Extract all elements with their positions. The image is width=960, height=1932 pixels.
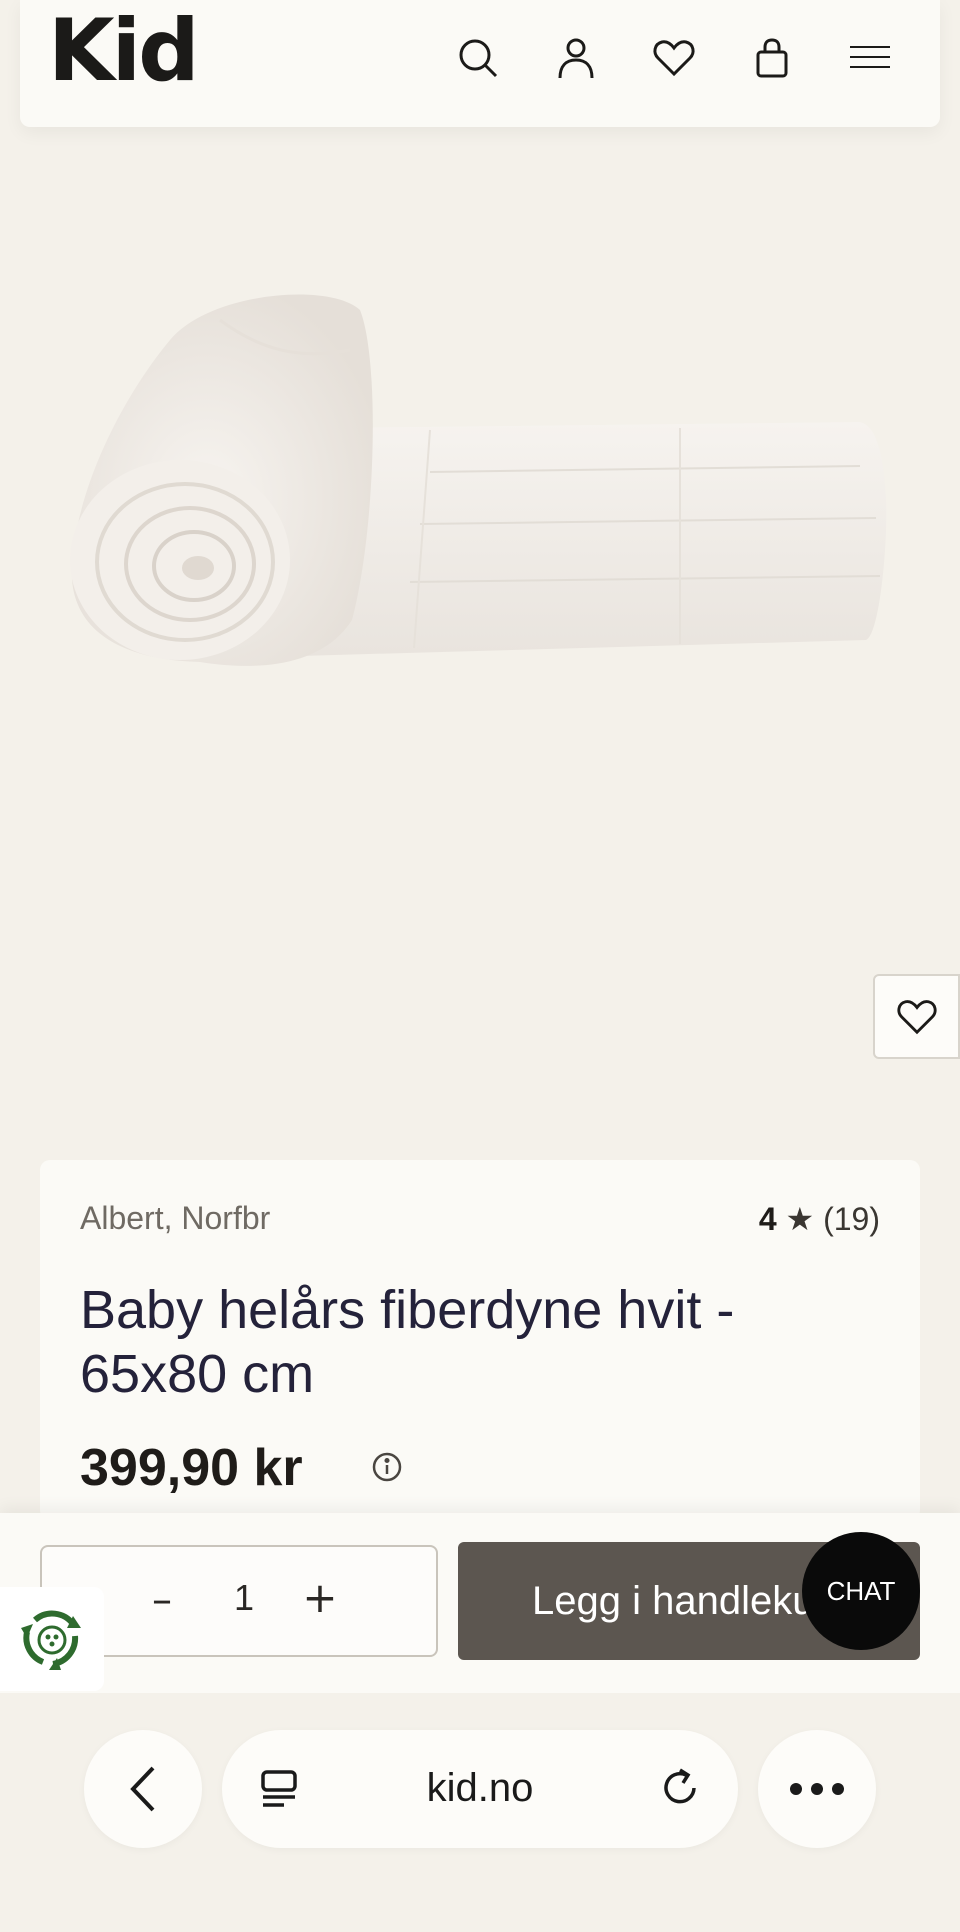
product-brand[interactable]: Albert, Norfbr — [80, 1200, 270, 1237]
cart-button[interactable] — [744, 30, 800, 86]
browser-back-button[interactable] — [84, 1730, 202, 1848]
decrease-quantity-button[interactable]: – — [142, 1577, 182, 1623]
increase-quantity-button[interactable]: + — [300, 1573, 340, 1622]
account-icon — [558, 38, 594, 79]
menu-button[interactable] — [842, 30, 898, 86]
address-bar[interactable]: kid.no — [222, 1730, 738, 1848]
rating-value: 4 — [758, 1201, 777, 1237]
product-info-card: Albert, Norfbr 4 ★ (19) Baby helårs fibe… — [40, 1160, 920, 1520]
rating-count: (19) — [823, 1201, 880, 1237]
reload-icon[interactable] — [658, 1766, 702, 1810]
chevron-left-icon — [130, 1766, 155, 1812]
quantity-value[interactable]: 1 — [224, 1577, 264, 1619]
rolled-quilt-illustration — [70, 294, 887, 666]
heart-icon — [653, 40, 695, 77]
chat-button[interactable]: CHAT — [802, 1532, 920, 1650]
product-image[interactable] — [0, 200, 960, 740]
browser-more-button[interactable] — [758, 1730, 876, 1848]
account-button[interactable] — [548, 30, 604, 86]
site-header: Kid — [20, 0, 940, 127]
product-rating[interactable]: 4 ★ (19) — [759, 1200, 880, 1238]
hamburger-menu-icon — [850, 46, 890, 68]
wishlist-button[interactable] — [646, 30, 702, 86]
product-title: Baby helårs fiberdyne hvit - 65x80 cm — [80, 1280, 735, 1404]
search-button[interactable] — [450, 30, 506, 86]
kid-logo[interactable]: Kid — [48, 8, 200, 94]
browser-toolbar: kid.no — [0, 1693, 960, 1932]
add-to-wishlist-button[interactable] — [873, 974, 960, 1059]
more-dots-icon — [790, 1783, 844, 1795]
eco-badge[interactable] — [0, 1587, 104, 1691]
recycle-icon — [21, 1610, 81, 1670]
shopping-bag-icon — [756, 38, 788, 78]
product-price: 399,90 kr — [80, 1439, 303, 1497]
heart-icon — [896, 999, 937, 1034]
info-icon[interactable] — [370, 1450, 404, 1484]
star-icon: ★ — [785, 1201, 815, 1237]
search-icon — [459, 39, 498, 78]
